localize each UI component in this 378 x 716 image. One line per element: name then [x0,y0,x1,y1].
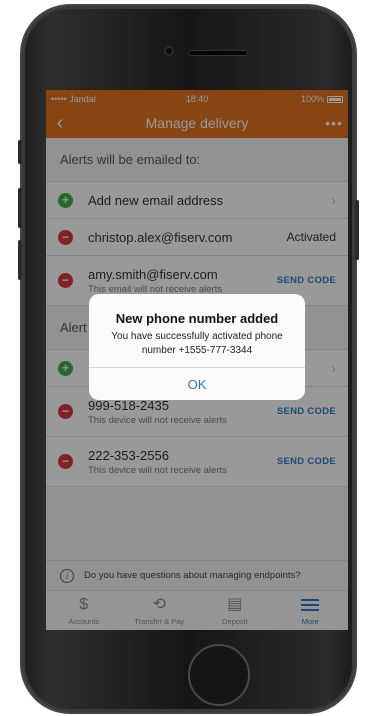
volume-down-button [18,240,22,280]
earpiece-speaker [188,50,248,56]
volume-up-button [18,188,22,228]
ok-button[interactable]: OK [89,367,305,400]
home-button[interactable] [188,644,250,706]
confirmation-dialog: New phone number added You have successf… [89,294,305,400]
front-camera [164,46,174,56]
power-button [355,200,359,260]
dialog-title: New phone number added [115,311,279,326]
mute-switch [18,140,22,164]
dialog-message: You have successfully activated phone nu… [111,331,283,356]
app-screen: ••••• Jandal 18:40 100% ‹ Manage deliver… [46,90,348,630]
